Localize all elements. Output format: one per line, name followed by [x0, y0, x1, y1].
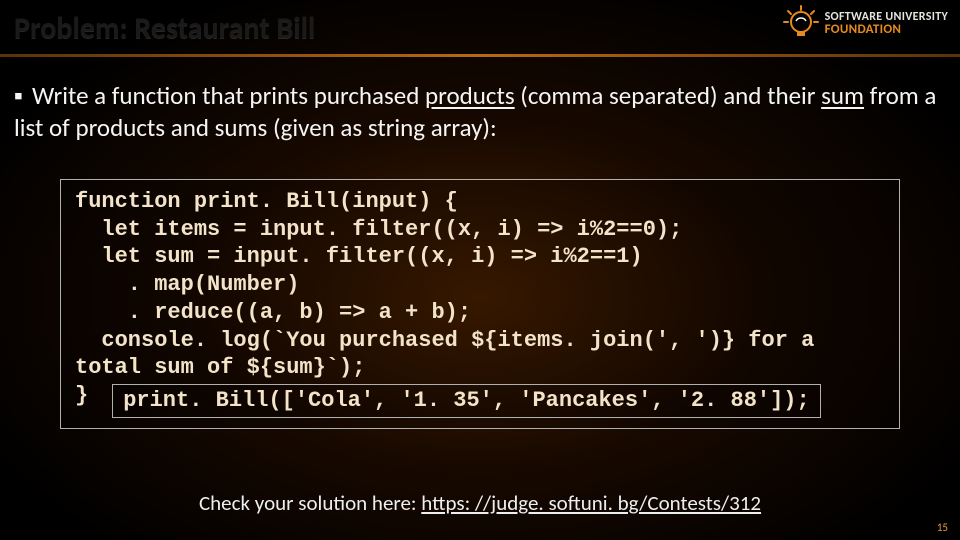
desc-sum: sum [821, 80, 864, 111]
code-l4: . map(Number) [75, 272, 299, 297]
desc-part1: Write a function that prints purchased [32, 80, 425, 111]
desc-part2: (comma separated) and their [515, 80, 821, 111]
code-l1: function print. Bill(input) { [75, 189, 458, 214]
brand-logo: SOFTWARE UNIVERSITY FOUNDATION [781, 4, 948, 44]
lightbulb-icon [781, 4, 821, 44]
check-prefix: Check your solution here: [199, 490, 421, 516]
code-call: print. Bill(['Cola', '1. 35', 'Pancakes'… [112, 384, 821, 418]
slide-title: Problem: Restaurant Bill [14, 10, 315, 47]
code-block: function print. Bill(input) { let items … [60, 179, 900, 429]
page-number: 15 [937, 521, 948, 534]
code-l7: total sum of ${sum}`); [75, 355, 365, 380]
bullet-icon: ▪ [14, 80, 32, 112]
code-l8: } [75, 383, 88, 408]
code-l3: let sum = input. filter((x, i) => i%2==1… [75, 244, 643, 269]
desc-products: products [425, 80, 515, 111]
code-l6: console. log(`You purchased ${items. joi… [75, 328, 814, 353]
title-underline [0, 54, 960, 57]
check-solution-line: Check your solution here: https: //judge… [0, 490, 960, 516]
code-l5: . reduce((a, b) => a + b); [75, 300, 471, 325]
logo-line2: FOUNDATION [825, 24, 948, 36]
check-solution-link[interactable]: https: //judge. softuni. bg/Contests/312 [421, 490, 761, 516]
problem-description: ▪Write a function that prints purchased … [14, 80, 946, 144]
code-l2: let items = input. filter((x, i) => i%2=… [75, 217, 682, 242]
